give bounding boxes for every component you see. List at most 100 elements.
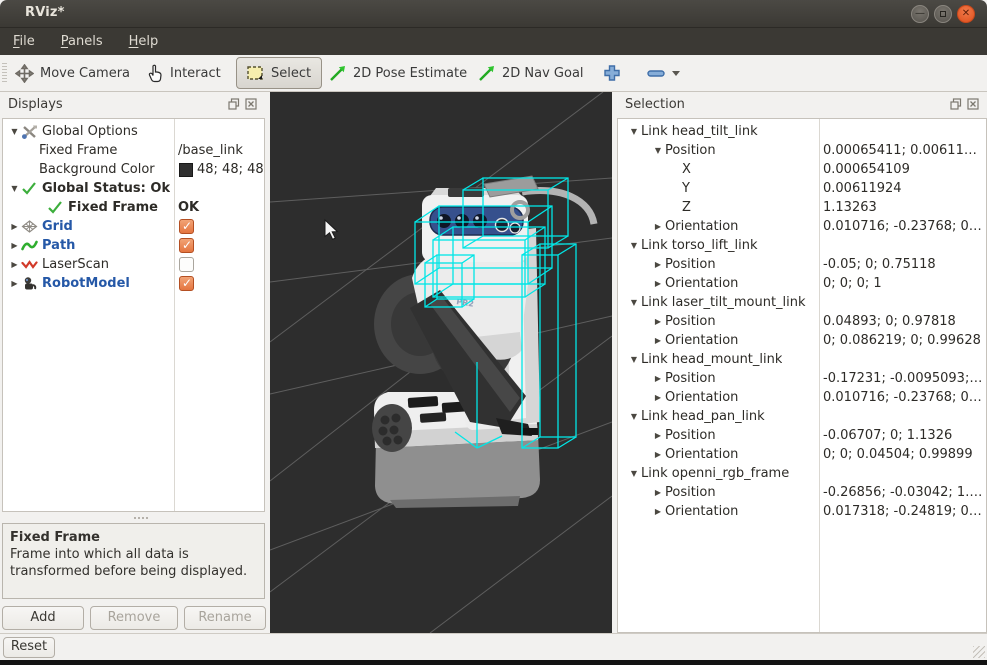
- laserscan-enabled-checkbox[interactable]: [179, 257, 194, 272]
- minimize-button[interactable]: —: [911, 5, 929, 23]
- expander-icon[interactable]: ▼: [8, 127, 21, 136]
- add-display-button[interactable]: Add: [2, 606, 84, 630]
- tree-row-grid[interactable]: ▶ Grid: [3, 217, 264, 236]
- menu-help[interactable]: Help: [129, 34, 159, 49]
- tree-row-robotmodel[interactable]: ▶ RobotModel: [3, 274, 264, 293]
- expander-icon[interactable]: ▶: [651, 317, 665, 326]
- help-text-line2: transformed before being displayed.: [10, 563, 257, 580]
- select-tool[interactable]: Select: [236, 57, 322, 89]
- tree-row-position[interactable]: ▶Position0.04893; 0; 0.97818: [618, 312, 986, 331]
- title-bar[interactable]: RViz* — ✕: [0, 0, 987, 28]
- tools-icon: [21, 124, 39, 140]
- expander-icon[interactable]: ▼: [627, 469, 641, 478]
- expander-icon[interactable]: ▶: [8, 222, 21, 231]
- remove-tool-button[interactable]: [646, 55, 680, 91]
- tree-row-orientation[interactable]: ▶Orientation0; 0; 0.04504; 0.99899: [618, 445, 986, 464]
- expander-icon[interactable]: ▶: [651, 374, 665, 383]
- nav-goal-arrow-icon: [478, 65, 496, 82]
- status-bar: Reset: [0, 633, 987, 660]
- tree-row-position[interactable]: ▶Position-0.17231; -0.0095093;…: [618, 369, 986, 388]
- float-panel-icon[interactable]: [228, 98, 240, 110]
- fixed-frame-value[interactable]: /base_link: [178, 143, 264, 158]
- background-color-value[interactable]: 48; 48; 48: [197, 162, 265, 177]
- displays-panel: Displays ▼: [0, 92, 267, 633]
- help-title: Fixed Frame: [10, 529, 257, 546]
- expander-icon[interactable]: ▶: [8, 279, 21, 288]
- tree-row-status-fixed-frame[interactable]: Fixed Frame OK: [3, 198, 264, 217]
- reset-button[interactable]: Reset: [3, 637, 55, 658]
- tree-row-link[interactable]: ▼Link torso_lift_link: [618, 236, 986, 255]
- toolbar-drag-handle[interactable]: [2, 63, 7, 84]
- float-panel-icon[interactable]: [950, 98, 962, 110]
- expander-icon[interactable]: ▼: [627, 412, 641, 421]
- tree-row-x[interactable]: X0.000654109: [618, 160, 986, 179]
- expander-icon[interactable]: ▶: [651, 450, 665, 459]
- displays-panel-header[interactable]: Displays: [0, 92, 267, 118]
- move-camera-tool[interactable]: Move Camera: [15, 55, 130, 91]
- expander-icon[interactable]: ▼: [627, 127, 641, 136]
- menu-file[interactable]: File: [13, 34, 35, 49]
- menu-panels[interactable]: Panels: [61, 34, 103, 49]
- expander-icon[interactable]: ▼: [627, 298, 641, 307]
- expander-icon[interactable]: ▶: [651, 507, 665, 516]
- tree-row-y[interactable]: Y0.00611924: [618, 179, 986, 198]
- remove-display-button[interactable]: Remove: [90, 606, 178, 630]
- expander-icon[interactable]: ▶: [8, 260, 21, 269]
- tool-dropdown-icon[interactable]: [672, 71, 680, 76]
- close-button[interactable]: ✕: [957, 5, 975, 23]
- tree-row-orientation[interactable]: ▶Orientation0.010716; -0.23768; 0…: [618, 217, 986, 236]
- expander-icon[interactable]: ▼: [651, 146, 665, 155]
- expander-icon[interactable]: ▶: [651, 279, 665, 288]
- expander-icon[interactable]: ▶: [651, 260, 665, 269]
- expander-icon[interactable]: ▶: [651, 222, 665, 231]
- pose-estimate-tool[interactable]: 2D Pose Estimate: [329, 55, 467, 91]
- close-panel-icon[interactable]: [245, 98, 257, 110]
- tree-row-z[interactable]: Z1.13263: [618, 198, 986, 217]
- tree-row-link[interactable]: ▼Link openni_rgb_frame: [618, 464, 986, 483]
- path-enabled-checkbox[interactable]: [179, 238, 194, 253]
- tree-row-orientation[interactable]: ▶Orientation0; 0.086219; 0; 0.99628: [618, 331, 986, 350]
- panel-splitter[interactable]: [2, 513, 265, 522]
- tree-row-link[interactable]: ▼Link head_tilt_link: [618, 122, 986, 141]
- tree-row-link[interactable]: ▼Link head_pan_link: [618, 407, 986, 426]
- maximize-button[interactable]: [934, 5, 952, 23]
- expander-icon[interactable]: ▶: [651, 393, 665, 402]
- tree-row-laserscan[interactable]: ▶ LaserScan: [3, 255, 264, 274]
- tree-row-position[interactable]: ▶Position-0.06707; 0; 1.1326: [618, 426, 986, 445]
- tree-row-background-color[interactable]: Background Color 48; 48; 48: [3, 160, 264, 179]
- close-panel-icon[interactable]: [967, 98, 979, 110]
- tree-row-position[interactable]: ▶Position-0.26856; -0.03042; 1.…: [618, 483, 986, 502]
- 3d-viewport[interactable]: PR2: [270, 92, 612, 633]
- tree-row-link[interactable]: ▼Link head_mount_link: [618, 350, 986, 369]
- expander-icon[interactable]: ▶: [8, 241, 21, 250]
- grid-enabled-checkbox[interactable]: [179, 219, 194, 234]
- status-ok-check-icon: [21, 181, 39, 197]
- expander-icon[interactable]: ▼: [627, 241, 641, 250]
- tree-row-orientation[interactable]: ▶Orientation0.010716; -0.23768; 0…: [618, 388, 986, 407]
- tree-row-position[interactable]: ▼Position0.00065411; 0.00611…: [618, 141, 986, 160]
- selection-panel-header[interactable]: Selection: [617, 92, 987, 118]
- tree-row-fixed-frame[interactable]: Fixed Frame /base_link: [3, 141, 264, 160]
- expander-icon[interactable]: ▶: [651, 336, 665, 345]
- color-swatch[interactable]: [179, 163, 193, 177]
- nav-goal-tool[interactable]: 2D Nav Goal: [478, 55, 584, 91]
- expander-icon[interactable]: ▶: [651, 431, 665, 440]
- expander-icon[interactable]: ▼: [8, 184, 21, 193]
- tree-row-orientation[interactable]: ▶Orientation0.017318; -0.24819; 0…: [618, 502, 986, 521]
- tree-row-link[interactable]: ▼Link laser_tilt_mount_link: [618, 293, 986, 312]
- resize-grip[interactable]: [973, 646, 985, 658]
- rename-display-button[interactable]: Rename: [184, 606, 266, 630]
- tree-row-path[interactable]: ▶ Path: [3, 236, 264, 255]
- select-box-icon: [247, 66, 265, 81]
- status-value: OK: [178, 200, 264, 215]
- tree-row-position[interactable]: ▶Position-0.05; 0; 0.75118: [618, 255, 986, 274]
- tree-row-global-options[interactable]: ▼ Global Options: [3, 122, 264, 141]
- expander-icon[interactable]: ▶: [651, 488, 665, 497]
- 3d-scene: PR2: [270, 92, 612, 633]
- expander-icon[interactable]: ▼: [627, 355, 641, 364]
- add-tool-button[interactable]: [603, 55, 621, 91]
- tree-row-global-status[interactable]: ▼ Global Status: Ok: [3, 179, 264, 198]
- robotmodel-enabled-checkbox[interactable]: [179, 276, 194, 291]
- interact-tool[interactable]: Interact: [147, 55, 221, 91]
- tree-row-orientation[interactable]: ▶Orientation0; 0; 0; 1: [618, 274, 986, 293]
